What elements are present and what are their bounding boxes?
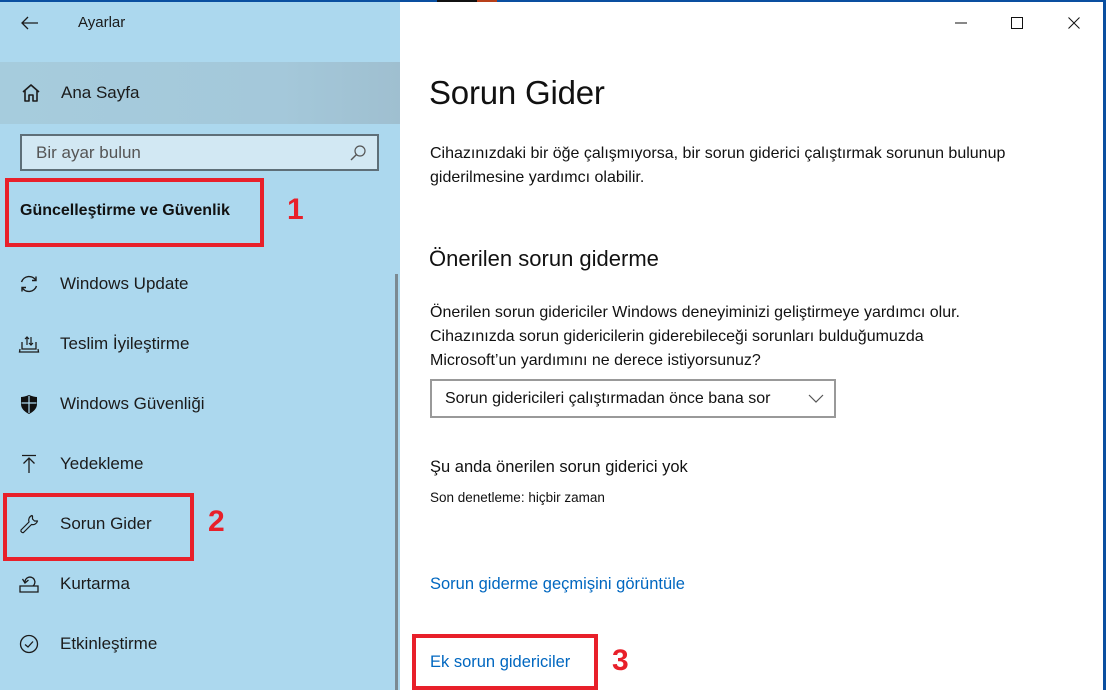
sync-icon — [20, 275, 38, 293]
sidebar-item-delivery-optimization[interactable]: Teslim İyileştirme — [0, 314, 395, 374]
settings-search-box[interactable] — [20, 134, 379, 171]
main-content: Sorun Gider Cihazınızdaki bir öğe çalışm… — [400, 2, 1103, 690]
sidebar-section-title: Güncelleştirme ve Güvenlik — [20, 202, 230, 219]
shield-icon — [21, 395, 37, 414]
intro-text: Cihazınızdaki bir öğe çalışmıyorsa, bir … — [430, 145, 1006, 186]
last-check-text: Son denetleme: hiçbir zaman — [430, 490, 605, 505]
troubleshooting-history-link[interactable]: Sorun giderme geçmişini görüntüle — [430, 575, 685, 594]
sidebar-item-label: Windows Update — [60, 274, 189, 293]
sidebar-scrollbar[interactable] — [395, 274, 398, 690]
sidebar-item-windows-update[interactable]: Windows Update — [0, 254, 395, 314]
dropdown-selected-value: Sorun gidericileri çalıştırmadan önce ba… — [445, 389, 771, 407]
recommended-heading: Önerilen sorun giderme — [429, 246, 659, 271]
settings-sidebar: Ayarlar Ana Sayfa Güncelleştirme ve Güve… — [0, 2, 400, 690]
settings-search-input[interactable] — [22, 136, 342, 169]
sidebar-item-label: Ana Sayfa — [61, 83, 140, 102]
recovery-icon — [19, 576, 39, 593]
annotation-number-2: 2 — [208, 505, 225, 538]
page-title: Sorun Gider — [429, 74, 605, 111]
sidebar-item-label: Windows Güvenliği — [60, 394, 205, 413]
additional-troubleshooters-link[interactable]: Ek sorun gidericiler — [430, 653, 570, 672]
sidebar-item-label: Sorun Gider — [60, 514, 152, 533]
home-icon — [22, 84, 40, 102]
app-title: Ayarlar — [78, 14, 126, 31]
annotation-number-1: 1 — [287, 193, 304, 226]
sidebar-item-label: Etkinleştirme — [60, 634, 158, 653]
sidebar-item-home[interactable]: Ana Sayfa — [0, 62, 400, 124]
sidebar-item-troubleshoot[interactable]: Sorun Gider — [0, 494, 395, 554]
recommended-troubleshooting-dropdown[interactable]: Sorun gidericileri çalıştırmadan önce ba… — [430, 379, 836, 418]
annotation-number-3: 3 — [612, 644, 629, 677]
sidebar-item-label: Kurtarma — [60, 574, 130, 593]
delivery-optimization-icon — [18, 336, 40, 353]
chevron-down-icon — [808, 394, 824, 403]
sidebar-item-windows-security[interactable]: Windows Güvenliği — [0, 374, 395, 434]
recommended-description: Önerilen sorun gidericiler Windows deney… — [430, 304, 960, 369]
sidebar-item-backup[interactable]: Yedekleme — [0, 434, 395, 494]
sidebar-item-label: Teslim İyileştirme — [60, 334, 190, 353]
sidebar-item-recovery[interactable]: Kurtarma — [0, 554, 395, 614]
sidebar-item-label: Yedekleme — [60, 454, 144, 473]
check-circle-icon — [19, 634, 39, 654]
back-arrow-icon — [21, 16, 38, 30]
wrench-icon — [20, 514, 39, 534]
backup-arrow-up-icon — [22, 454, 36, 473]
search-icon[interactable] — [349, 144, 367, 162]
back-button[interactable] — [14, 8, 46, 38]
sidebar-item-activation[interactable]: Etkinleştirme — [0, 614, 395, 674]
recommended-status: Şu anda önerilen sorun giderici yok — [430, 458, 688, 476]
